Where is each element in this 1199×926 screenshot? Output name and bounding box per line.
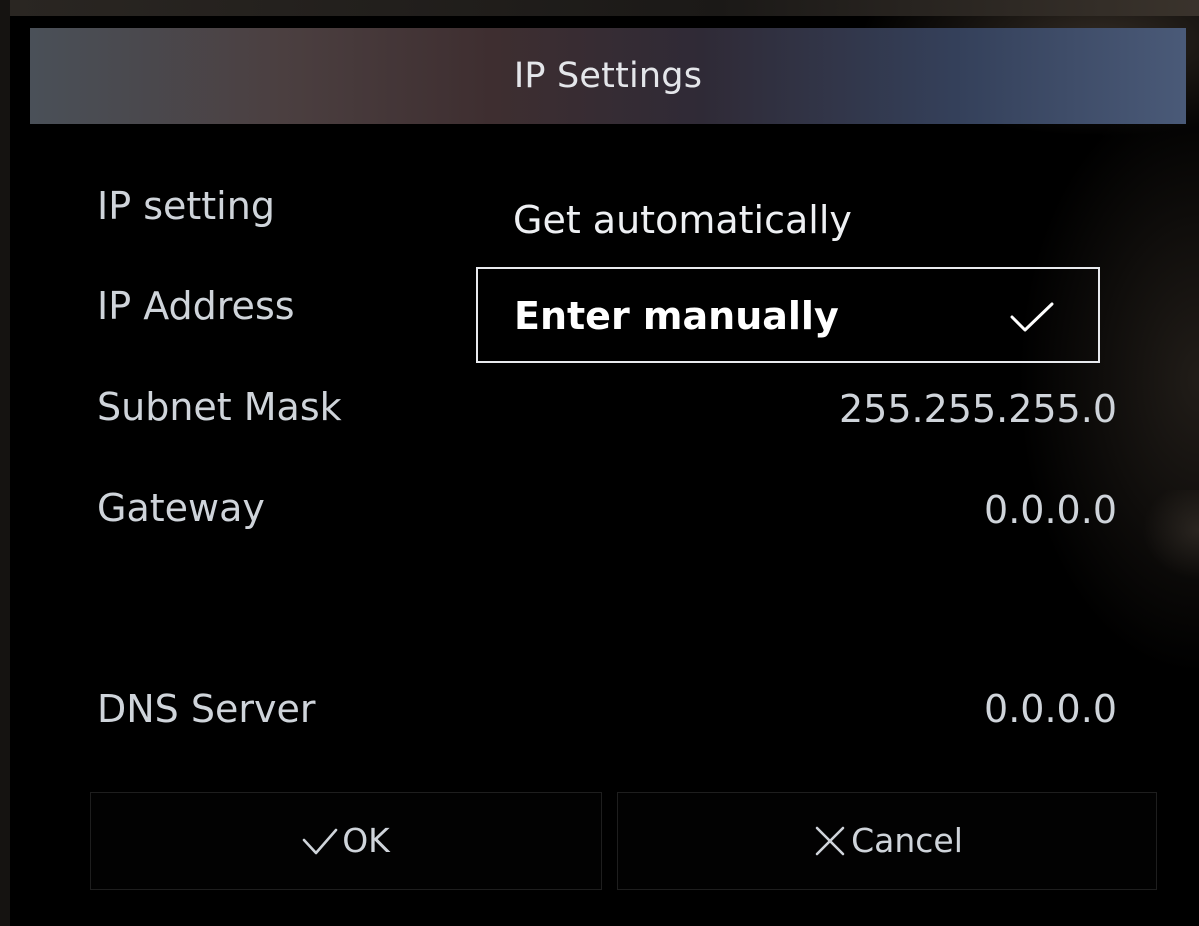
tv-bezel-left bbox=[0, 0, 10, 926]
gateway-label: Gateway bbox=[97, 486, 265, 530]
option-enter-manually-label: Enter manually bbox=[514, 294, 839, 338]
subnet-mask-label: Subnet Mask bbox=[97, 385, 342, 429]
screen-reflection bbox=[1109, 490, 1199, 640]
option-get-automatically[interactable]: Get automatically bbox=[513, 197, 852, 243]
x-icon bbox=[815, 826, 845, 856]
ok-button[interactable]: OK bbox=[90, 792, 602, 890]
ip-setting-label: IP setting bbox=[97, 184, 275, 228]
dialog-title: IP Settings bbox=[513, 56, 703, 96]
checkmark-icon bbox=[302, 828, 338, 855]
tv-bezel-top bbox=[0, 0, 1199, 16]
cancel-button-label: Cancel bbox=[851, 821, 963, 860]
tv-screen: IP Settings IP setting IP Address Subnet… bbox=[0, 0, 1199, 926]
dns-server-label: DNS Server bbox=[97, 687, 316, 731]
subnet-mask-value[interactable]: 255.255.255.0 bbox=[839, 387, 1117, 431]
ip-address-label: IP Address bbox=[97, 284, 295, 328]
ok-button-label: OK bbox=[342, 821, 390, 860]
checkmark-icon bbox=[1010, 302, 1054, 332]
dialog-header: IP Settings bbox=[30, 28, 1186, 124]
gateway-value[interactable]: 0.0.0.0 bbox=[984, 488, 1117, 532]
cancel-button[interactable]: Cancel bbox=[617, 792, 1157, 890]
dns-server-value[interactable]: 0.0.0.0 bbox=[984, 687, 1117, 731]
option-enter-manually[interactable]: Enter manually bbox=[476, 267, 1100, 363]
